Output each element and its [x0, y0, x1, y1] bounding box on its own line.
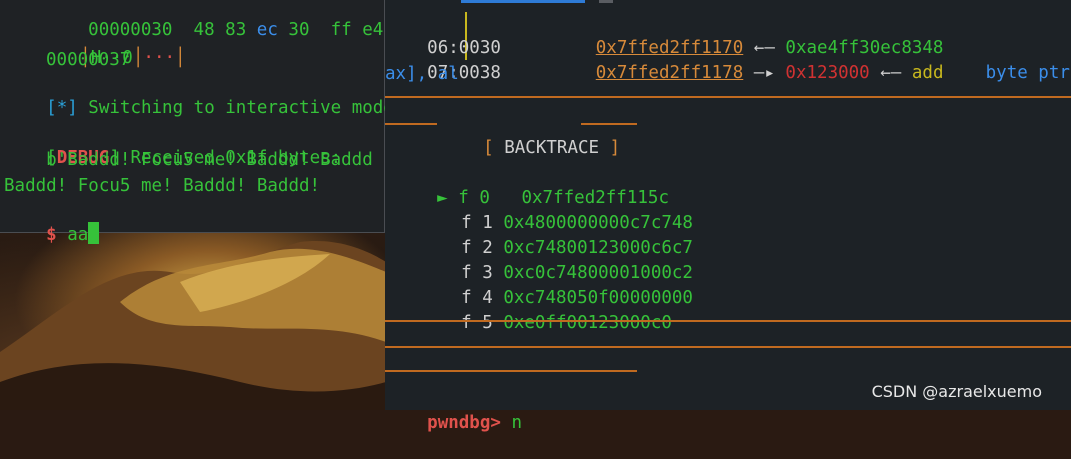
info-marker: [*]	[46, 98, 78, 118]
backtrace-frame-4[interactable]: f 4 0xc748050f00000000	[419, 262, 693, 308]
backtrace-title: BACKTRACE	[504, 138, 600, 158]
tab-indicator[interactable]	[461, 0, 585, 3]
ascii-border: │	[175, 48, 186, 68]
csdn-watermark: CSDN @azraelxuemo	[871, 382, 1042, 401]
tab-indicator-2[interactable]	[599, 0, 613, 3]
debug-line: [DEBUG] Received 0x1f bytes:	[4, 122, 341, 168]
header-bracket: [	[483, 138, 505, 158]
frame-label: f 5	[461, 313, 493, 333]
received-data-line-2: Baddd! Focu5 me! Baddd! Baddd!	[4, 176, 321, 196]
backtrace-frame-2[interactable]: f 2 0xc74800123000c6c7	[419, 212, 693, 258]
prompt-input[interactable]: aa	[57, 225, 88, 245]
divider	[385, 346, 1071, 348]
hexdump-ascii-row: │H··0│···│	[38, 22, 185, 68]
stack-row-6: 06:0030 0x7ffed2ff1170 ←— 0xae4ff30ec834…	[385, 12, 943, 58]
hex-byte: 83	[225, 20, 247, 40]
text-cursor	[88, 222, 100, 244]
received-data-line-1: b'Baddd! Focu5 me! Baddd! Baddd	[4, 150, 373, 170]
instruction-operand: byte ptr [r	[985, 63, 1070, 83]
pwndbg-prompt: pwndbg>	[427, 413, 501, 433]
mountain-wallpaper-detail	[0, 241, 386, 410]
shell-prompt-line[interactable]: $ aa	[4, 198, 100, 245]
pointer-arrow: ←—	[869, 63, 912, 83]
right-terminal-pane[interactable]: 06:0030 0x7ffed2ff1170 ←— 0xae4ff30ec834…	[385, 0, 1071, 433]
pointer-arrow: —▸	[743, 63, 786, 83]
hexdump-row-1: 00000030 48 83 ec 30 ff e4 0a	[46, 0, 415, 40]
hex-byte: ec	[256, 20, 278, 40]
header-bracket: ]	[599, 138, 621, 158]
interactive-mode-line: [*] Switching to interactive mode	[4, 72, 394, 118]
hex-byte: ff	[330, 20, 352, 40]
hex-byte: e4	[362, 20, 384, 40]
instruction-wrap: ax], al	[385, 64, 459, 84]
stack-value: 0x123000	[785, 63, 870, 83]
divider	[385, 320, 1071, 322]
divider	[385, 96, 1071, 98]
stack-address: 0x7ffed2ff1178	[595, 63, 744, 83]
header-rule-left	[385, 123, 437, 125]
stack-row-7: 07:0038 0x7ffed2ff1178 —▸ 0x123000 ←— ad…	[385, 37, 1071, 83]
ascii-text: ···	[143, 48, 176, 68]
command-input[interactable]: n	[501, 413, 522, 433]
prompt-symbol: $	[46, 225, 57, 245]
pwndbg-prompt-line[interactable]: pwndbg> n	[385, 387, 522, 433]
hex-byte: 48	[193, 20, 215, 40]
frame-address: 0xe0ff00123000c0	[503, 313, 672, 333]
instruction-mnemonic: add	[911, 63, 944, 83]
divider-short	[385, 370, 637, 372]
hexdump-offset-end: 00000037	[46, 50, 131, 70]
header-rule-right	[581, 123, 637, 125]
ascii-border: │	[132, 48, 144, 68]
backtrace-frame-3[interactable]: f 3 0xc0c74800001000c2	[419, 237, 693, 283]
backtrace-frame-5[interactable]: f 5 0xe0ff00123000c0	[419, 287, 672, 333]
backtrace-frame-1[interactable]: f 1 0x4800000000c7c748	[419, 187, 693, 233]
info-message: Switching to interactive mode	[77, 98, 394, 118]
left-terminal-pane[interactable]: 00000030 48 83 ec 30 ff e4 0a │H··0│···│…	[0, 0, 415, 245]
hex-byte: 30	[288, 20, 310, 40]
backtrace-frame-0[interactable]: ► f 0 0x7ffed2ff115c	[395, 162, 669, 208]
